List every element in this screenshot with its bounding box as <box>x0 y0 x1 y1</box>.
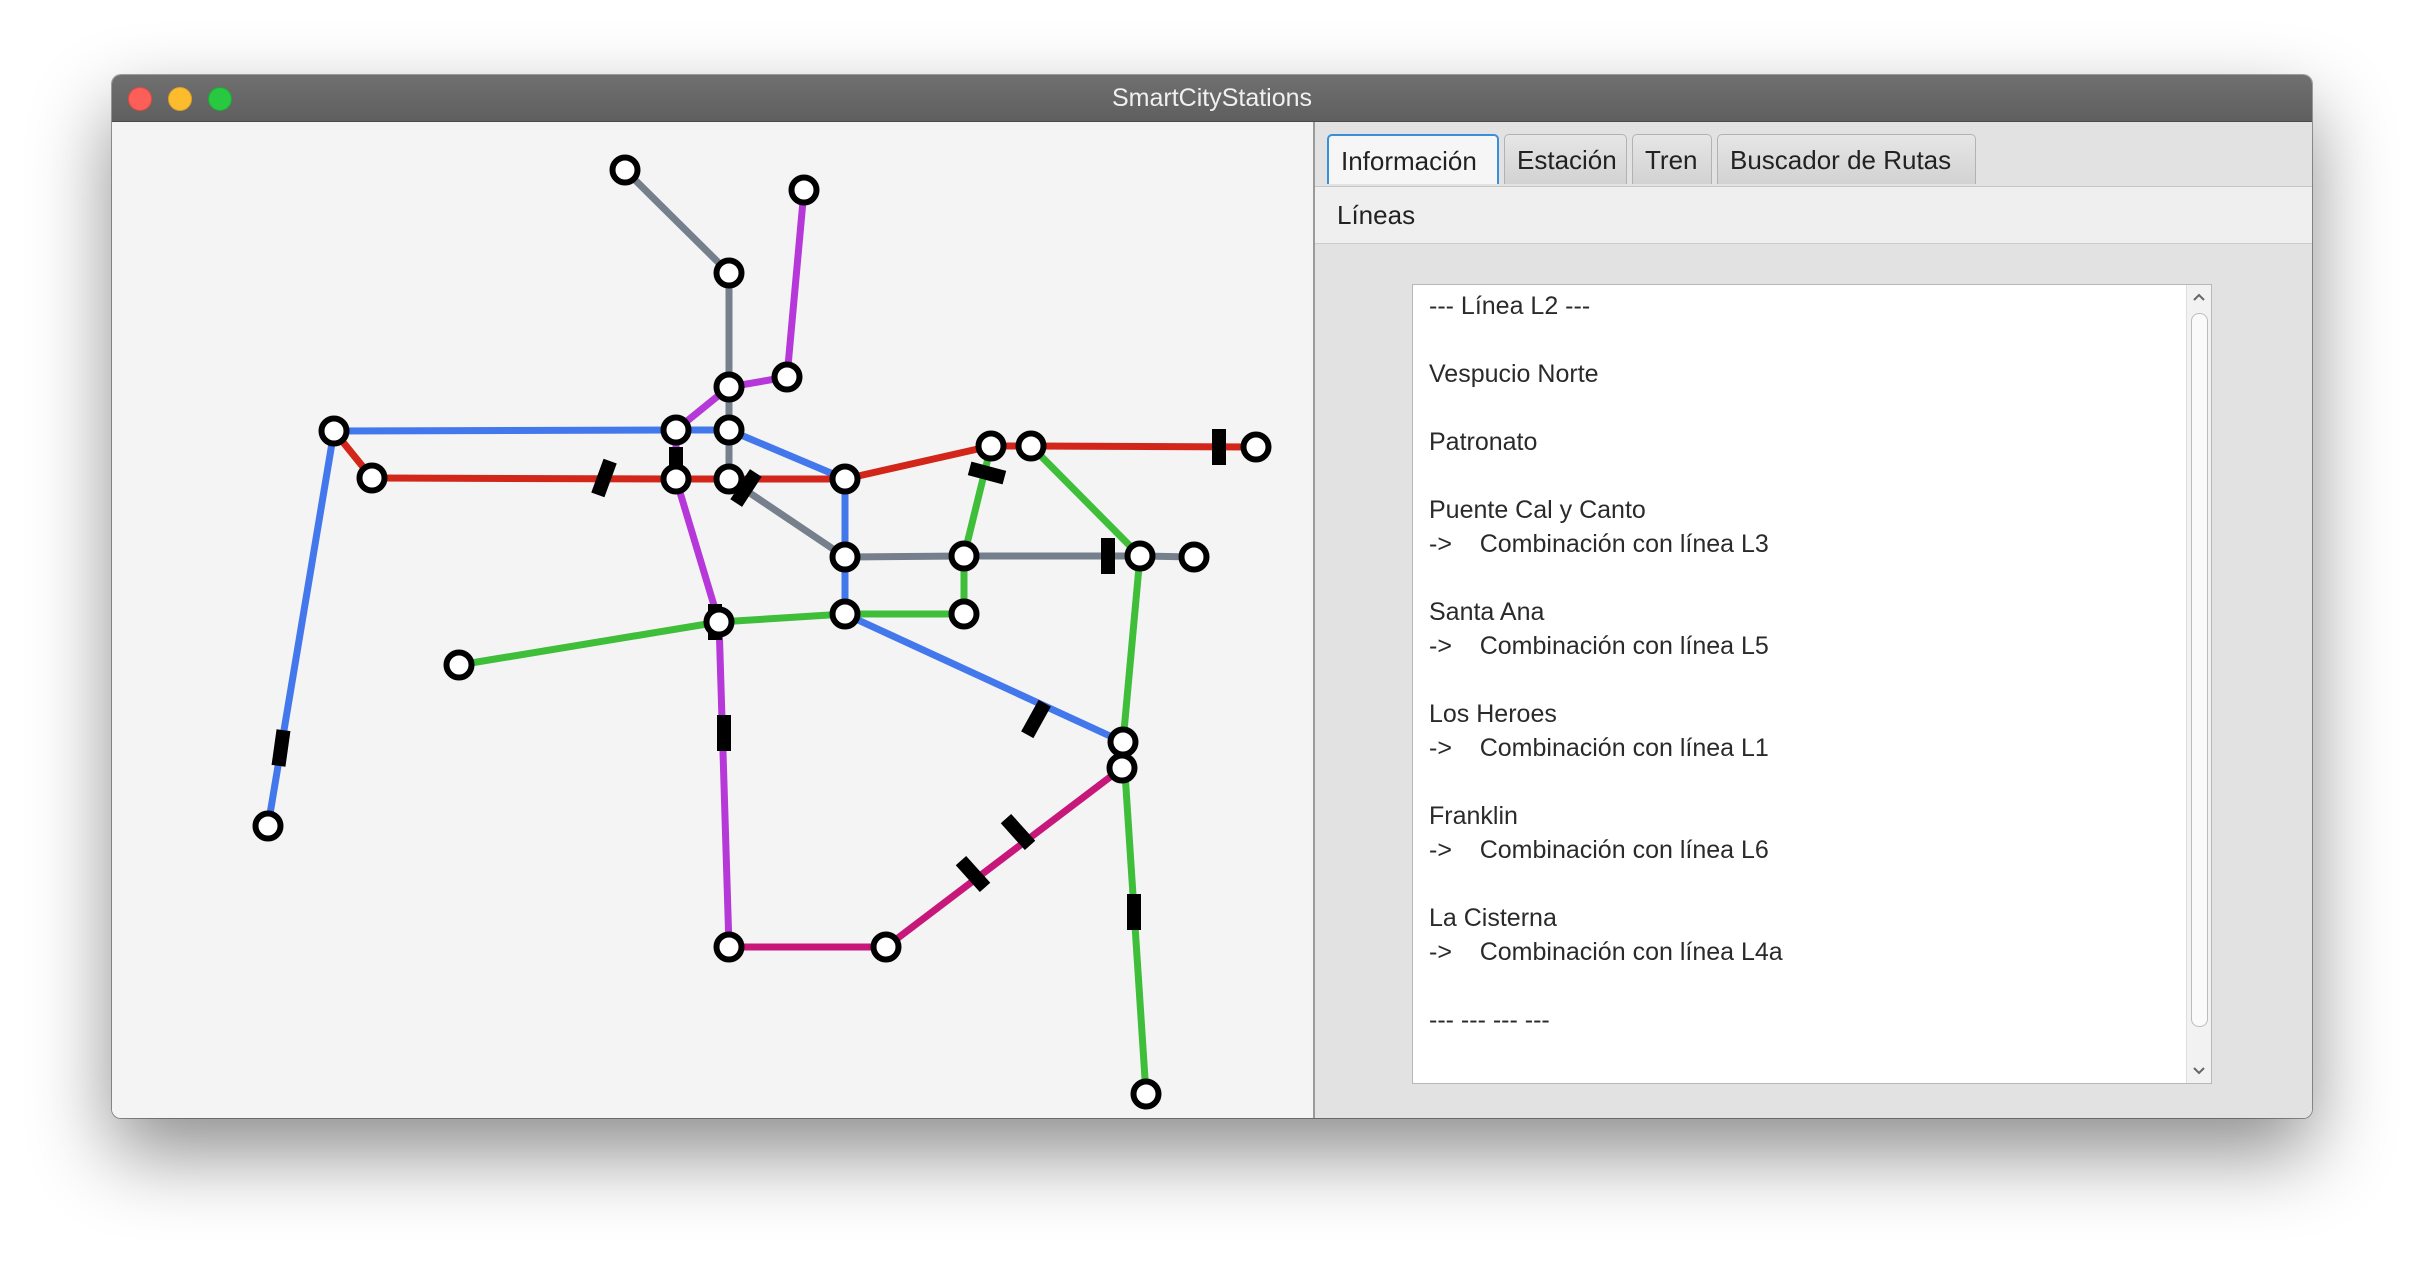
train-marker[interactable] <box>1212 429 1226 465</box>
blue-line-segment <box>330 426 680 435</box>
station-node[interactable] <box>713 931 745 963</box>
scroll-up-arrow[interactable] <box>2187 285 2211 309</box>
metro-map[interactable] <box>112 122 1313 1118</box>
trains <box>271 429 1226 930</box>
tab-tren[interactable]: Tren <box>1632 134 1712 184</box>
station-node[interactable] <box>829 463 861 495</box>
scroll-down-arrow[interactable] <box>2187 1059 2211 1083</box>
train-marker[interactable] <box>717 715 731 751</box>
stations[interactable] <box>252 154 1272 1110</box>
scroll-thumb[interactable] <box>2191 313 2208 1027</box>
station-node[interactable] <box>660 414 692 446</box>
station-node[interactable] <box>870 931 902 963</box>
station-node[interactable] <box>713 463 745 495</box>
tab-informacion[interactable]: Información <box>1327 134 1499 184</box>
station-node[interactable] <box>1240 431 1272 463</box>
station-node[interactable] <box>713 257 745 289</box>
train-marker[interactable] <box>271 729 291 767</box>
gray-line-segment <box>621 166 733 277</box>
metro-map-panel <box>112 122 1315 1118</box>
app-window: SmartCityStations Información Estación T… <box>112 75 2312 1118</box>
station-node[interactable] <box>975 430 1007 462</box>
green-line-segment <box>455 618 723 669</box>
gray-line-segment <box>841 552 968 561</box>
station-node[interactable] <box>660 463 692 495</box>
station-node[interactable] <box>1130 1078 1162 1110</box>
train-marker[interactable] <box>1021 699 1051 739</box>
green-line-segment <box>960 442 995 560</box>
station-node[interactable] <box>1107 726 1139 758</box>
station-node[interactable] <box>1124 540 1156 572</box>
menu-bar: Líneas <box>1315 187 2312 244</box>
tab-buscador-de-rutas[interactable]: Buscador de Rutas <box>1717 134 1976 184</box>
station-node[interactable] <box>948 540 980 572</box>
red-line-segment <box>368 474 680 483</box>
line-info-textarea[interactable]: --- Línea L2 --- Vespucio Norte Patronat… <box>1412 284 2212 1084</box>
station-node[interactable] <box>771 361 803 393</box>
purple-line-segment <box>783 186 808 381</box>
chevron-up-icon <box>2193 293 2205 301</box>
blue-line-segment <box>841 610 1127 746</box>
title-bar[interactable]: SmartCityStations <box>112 75 2312 122</box>
tab-content: Líneas --- Línea L2 --- Vespucio Norte P… <box>1315 186 2312 1118</box>
station-node[interactable] <box>1178 541 1210 573</box>
vertical-scrollbar[interactable] <box>2186 285 2211 1083</box>
train-marker[interactable] <box>1101 538 1115 574</box>
station-node[interactable] <box>443 649 475 681</box>
station-node[interactable] <box>829 598 861 630</box>
station-node[interactable] <box>252 810 284 842</box>
green-line-segment <box>715 610 849 626</box>
window-title: SmartCityStations <box>1111 84 1313 112</box>
station-node[interactable] <box>1106 752 1138 784</box>
metro-lines <box>264 166 1260 1098</box>
station-node[interactable] <box>713 371 745 403</box>
blue-line-segment <box>725 426 849 483</box>
station-node[interactable] <box>1015 430 1047 462</box>
info-panel: Información Estación Tren Buscador de Ru… <box>1315 122 2312 1118</box>
station-node[interactable] <box>356 462 388 494</box>
menu-lineas[interactable]: Líneas <box>1337 187 1415 243</box>
station-node[interactable] <box>788 174 820 206</box>
station-node[interactable] <box>703 606 735 638</box>
station-node[interactable] <box>609 154 641 186</box>
station-node[interactable] <box>713 414 745 446</box>
line-info-text: --- Línea L2 --- Vespucio Norte Patronat… <box>1429 292 1783 1034</box>
magenta-line-segment <box>882 764 1126 951</box>
station-node[interactable] <box>829 541 861 573</box>
station-node[interactable] <box>318 415 350 447</box>
chevron-down-icon <box>2193 1067 2205 1075</box>
green-line-segment <box>1119 552 1144 746</box>
tab-bar: Información Estación Tren Buscador de Ru… <box>1315 122 2312 186</box>
green-line-segment <box>1027 442 1144 560</box>
station-node[interactable] <box>948 598 980 630</box>
train-marker[interactable] <box>1127 894 1141 930</box>
purple-line-segment <box>715 618 733 951</box>
blue-line-segment <box>264 427 338 830</box>
tab-estacion[interactable]: Estación <box>1504 134 1627 184</box>
purple-line-segment <box>672 475 723 626</box>
